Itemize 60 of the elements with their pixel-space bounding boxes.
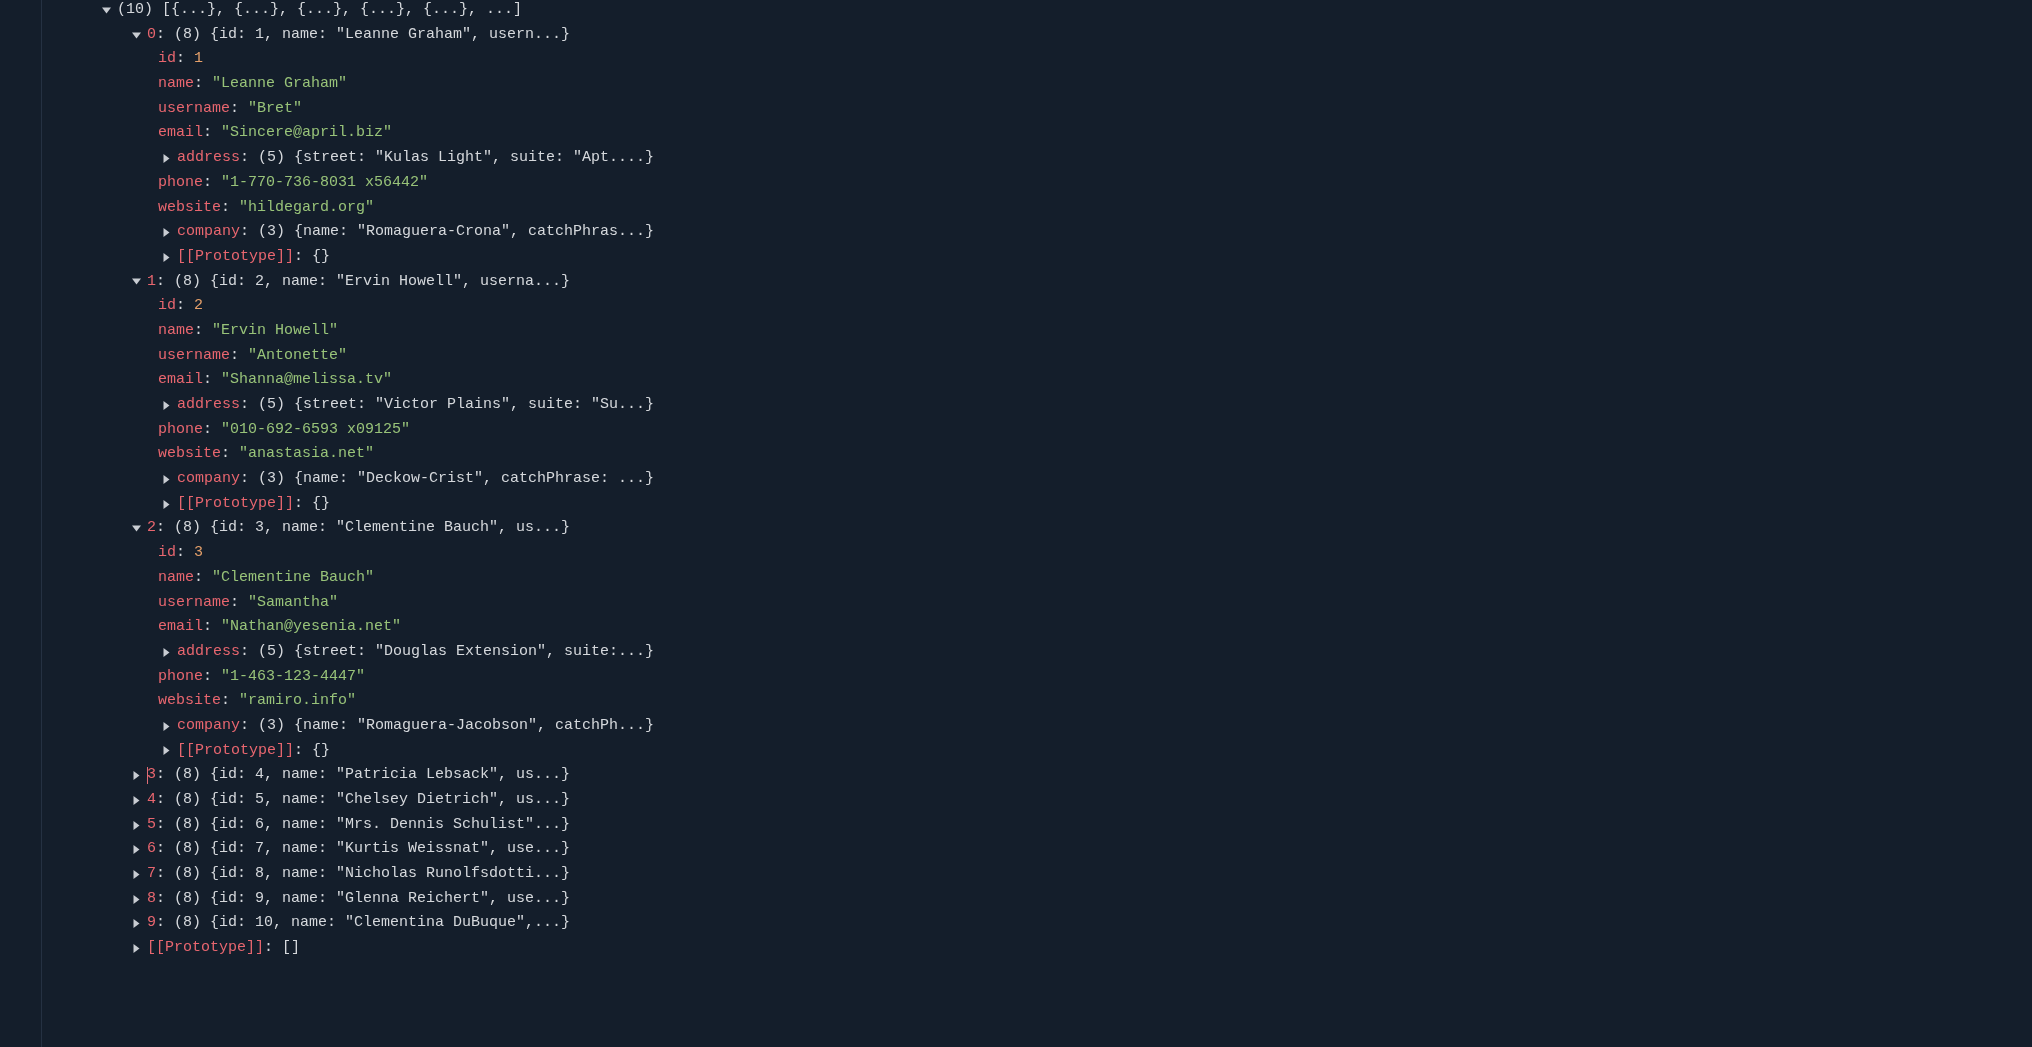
property-entry: id: 1 [158, 49, 204, 70]
collapse-arrow-icon[interactable] [132, 524, 141, 534]
property-entry: id: 2 [158, 296, 204, 317]
property-entry: phone: "1-463-123-4447" [158, 666, 366, 687]
object-entry[interactable]: company: (3) {name: "Romaguera-Crona", catchPhras...} [177, 220, 655, 245]
object-entry[interactable]: company: (3) {name: "Romaguera-Jacobson", catchPh...} [177, 713, 655, 739]
object-entry[interactable]: [[Prototype]]: {} [177, 491, 331, 517]
property-entry: website: "hildegard.org" [158, 197, 375, 218]
property-entry: username: "Samantha" [158, 592, 339, 613]
property-entry: email: "Nathan@yesenia.net" [158, 617, 402, 638]
object-entry[interactable]: [[Prototype]]: [] [147, 936, 301, 961]
expand-arrow-icon[interactable] [162, 499, 171, 509]
expand-arrow-icon[interactable] [162, 746, 171, 756]
object-entry[interactable]: 6: (8) {id: 7, name: "Kurtis Weissnat", use...} [147, 837, 571, 863]
expand-arrow-icon[interactable] [132, 869, 141, 879]
expand-arrow-icon[interactable] [132, 943, 141, 953]
object-entry[interactable]: 9: (8) {id: 10, name: "Clementina DuBuque",...} [147, 911, 571, 937]
object-entry[interactable]: company: (3) {name: "Deckow-Crist", catchPhrase: ...} [177, 467, 655, 492]
property-entry: website: "anastasia.net" [158, 444, 375, 465]
object-entry[interactable]: 4: (8) {id: 5, name: "Chelsey Dietrich", us...} [147, 788, 571, 813]
object-entry[interactable]: address: (5) {street: "Douglas Extension", suite:...} [177, 639, 655, 665]
property-entry: username: "Bret" [158, 98, 303, 119]
array-summary[interactable]: (10) [{...}, {...}, {...}, {...}, {...}, ...] [117, 0, 523, 23]
object-entry[interactable]: [[Prototype]]: {} [177, 738, 331, 764]
object-entry[interactable]: 3: (8) {id: 4, name: "Patricia Lebsack", us...} [147, 763, 571, 788]
property-entry: name: "Ervin Howell" [158, 320, 339, 341]
object-entry[interactable]: 0: (8) {id: 1, name: "Leanne Graham", usern...} [147, 22, 571, 48]
collapse-arrow-icon[interactable] [132, 30, 141, 40]
expand-arrow-icon[interactable] [162, 252, 171, 262]
property-entry: email: "Sincere@april.biz" [158, 123, 393, 144]
property-entry: phone: "1-770-736-8031 x56442" [158, 172, 429, 193]
collapse-arrow-icon[interactable] [132, 277, 141, 287]
expand-arrow-icon[interactable] [132, 845, 141, 855]
object-entry[interactable]: 5: (8) {id: 6, name: "Mrs. Dennis Schulist"...} [147, 812, 571, 838]
expand-arrow-icon[interactable] [132, 894, 141, 904]
expand-arrow-icon[interactable] [162, 474, 171, 484]
expand-arrow-icon[interactable] [162, 647, 171, 657]
object-entry[interactable]: 7: (8) {id: 8, name: "Nicholas Runolfsdotti...} [147, 862, 571, 887]
object-entry[interactable]: 2: (8) {id: 3, name: "Clementine Bauch", us...} [147, 516, 571, 542]
property-entry: website: "ramiro.info" [158, 691, 357, 712]
object-entry[interactable]: 1: (8) {id: 2, name: "Ervin Howell", userna...} [147, 269, 571, 295]
property-entry: phone: "010-692-6593 x09125" [158, 419, 411, 440]
property-entry: name: "Leanne Graham" [158, 74, 348, 95]
property-entry: name: "Clementine Bauch" [158, 567, 375, 588]
property-entry: email: "Shanna@melissa.tv" [158, 370, 393, 391]
expand-arrow-icon[interactable] [132, 820, 141, 830]
expand-arrow-icon[interactable] [132, 795, 141, 805]
expand-arrow-icon[interactable] [162, 400, 171, 410]
collapse-arrow-icon[interactable] [102, 5, 111, 15]
object-entry[interactable]: address: (5) {street: "Kulas Light", suite: "Apt....} [177, 146, 655, 171]
expand-arrow-icon[interactable] [132, 919, 141, 929]
object-entry[interactable]: [[Prototype]]: {} [177, 244, 331, 270]
expand-arrow-icon[interactable] [162, 153, 171, 163]
property-entry: id: 3 [158, 543, 204, 564]
expand-arrow-icon[interactable] [132, 771, 141, 781]
expand-arrow-icon[interactable] [162, 228, 171, 238]
object-entry[interactable]: address: (5) {street: "Victor Plains", suite: "Su...} [177, 393, 655, 418]
property-entry: username: "Antonette" [158, 345, 348, 366]
object-entry[interactable]: 8: (8) {id: 9, name: "Glenna Reichert", use...} [147, 886, 571, 912]
expand-arrow-icon[interactable] [162, 721, 171, 731]
